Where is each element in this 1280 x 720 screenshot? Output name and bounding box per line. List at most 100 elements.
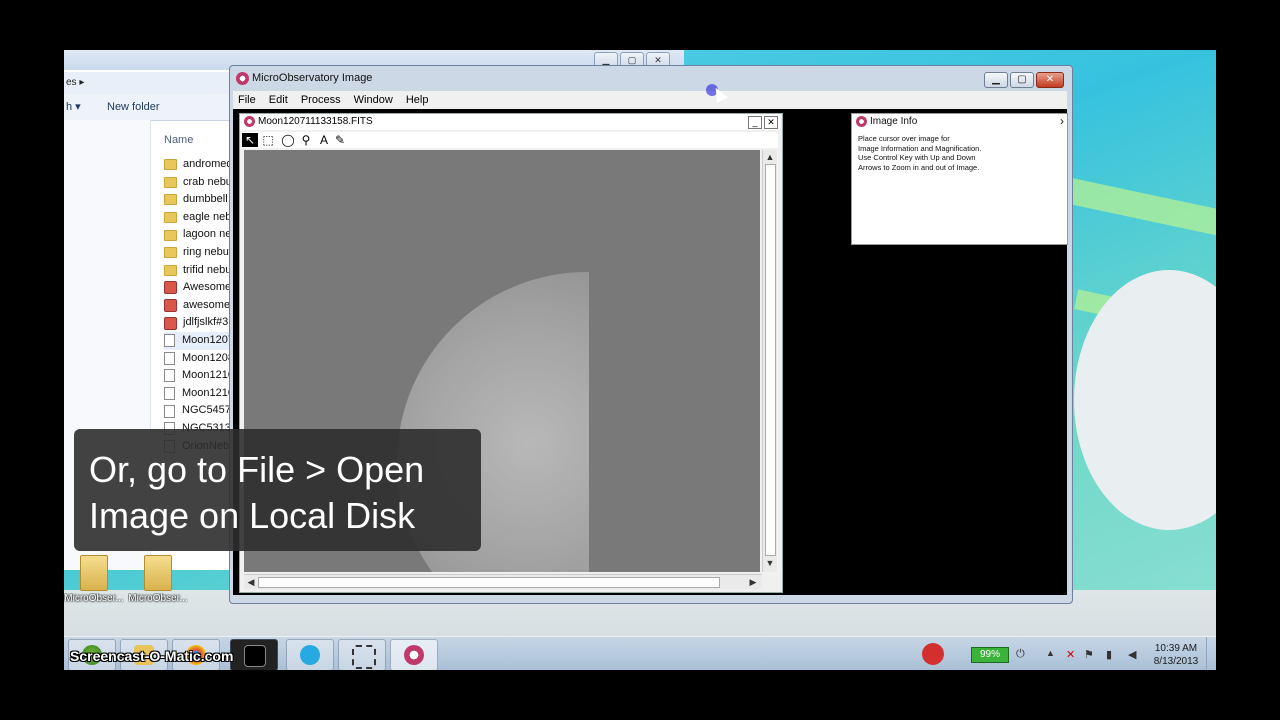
skype-icon xyxy=(300,645,320,665)
list-item[interactable]: jdlfjslkf#3 xyxy=(164,314,234,332)
show-hidden-icons-arrow[interactable]: ▲ xyxy=(1046,648,1055,658)
list-item-label: andromed xyxy=(183,158,233,170)
scroll-left-arrow[interactable]: ◀ xyxy=(244,575,258,589)
arrow-tool-icon[interactable]: ↖ xyxy=(242,133,258,147)
explorer-toolbar: h ▾ New folder xyxy=(64,94,234,121)
folder-icon xyxy=(164,212,177,224)
caption-line-2: Image on Local Disk xyxy=(89,495,416,536)
scroll-down-arrow[interactable]: ▼ xyxy=(763,556,777,570)
info-line: Arrows to Zoom in and out of Image. xyxy=(858,162,980,172)
flag-icon[interactable]: ⚑ xyxy=(1084,648,1094,661)
image-window-title: Moon120711133158.FITS xyxy=(258,116,373,127)
folder-icon xyxy=(144,555,172,591)
desktop-icon-microobservatory-1[interactable]: MicroObser... xyxy=(64,555,124,604)
list-item[interactable]: Moon1208 xyxy=(164,350,234,368)
zoom-tool-icon[interactable]: ⚲ xyxy=(298,133,314,147)
list-item[interactable]: andromed xyxy=(164,156,234,174)
file-list: andromed crab nebu dumbbell eagle nebu lagoo… xyxy=(164,156,234,455)
text-tool-icon[interactable]: A xyxy=(316,133,332,147)
info-line: Image Information and Magnification. xyxy=(858,143,982,153)
power-plug-icon[interactable]: ⏻ xyxy=(1016,648,1025,661)
taskbar-microobservatory[interactable] xyxy=(390,639,438,670)
app-logo-icon xyxy=(236,72,249,85)
close-button[interactable]: ✕ xyxy=(1036,72,1064,88)
menu-process[interactable]: Process xyxy=(296,91,346,109)
taskbar-snipping-tool[interactable] xyxy=(338,639,386,670)
folder-icon xyxy=(164,264,177,276)
image-info-text: Place cursor over image for Image Inform… xyxy=(858,134,1058,172)
list-item[interactable]: Moon1210 xyxy=(164,367,234,385)
taskbar: Screencast-O-Matic.com 99% ⏻ ▲ ✕ ⚑ ▮ ◀ 1… xyxy=(64,636,1216,670)
menu-window[interactable]: Window xyxy=(349,91,398,109)
image-close-button[interactable]: ✕ xyxy=(764,116,778,129)
list-item[interactable]: NGC5457N xyxy=(164,402,234,420)
list-item[interactable]: crab nebu xyxy=(164,174,234,192)
image-minimize-button[interactable]: _ xyxy=(748,116,762,129)
screencast-watermark: Screencast-O-Matic.com xyxy=(70,648,234,664)
network-icon[interactable]: ▮ xyxy=(1106,648,1112,661)
list-item[interactable]: lagoon ne xyxy=(164,226,234,244)
scroll-right-arrow[interactable]: ▶ xyxy=(746,575,760,589)
show-desktop-button[interactable] xyxy=(1206,637,1216,670)
clock[interactable]: 10:39 AM 8/13/2013 xyxy=(1150,642,1202,668)
vertical-scrollbar[interactable]: ▲ ▼ xyxy=(762,150,777,572)
list-item[interactable]: ring nebul xyxy=(164,244,234,262)
new-folder-button[interactable]: New folder xyxy=(107,94,160,120)
explorer-address-bar[interactable]: es ▸ xyxy=(64,72,234,95)
horizontal-scrollbar[interactable]: ◀ ▶ xyxy=(244,574,762,589)
app-icon xyxy=(164,299,177,313)
window-title: MicroObservatory Image xyxy=(252,72,373,84)
list-item-label: dumbbell xyxy=(183,193,228,206)
desktop-icon-label: MicroObser... xyxy=(128,593,188,604)
list-item-label: eagle nebu xyxy=(183,210,234,223)
ellipse-tool-icon[interactable]: ◯ xyxy=(280,133,296,147)
list-item-label: NGC5457N xyxy=(182,404,234,417)
menu-edit[interactable]: Edit xyxy=(264,91,293,109)
list-item[interactable]: dumbbell xyxy=(164,191,234,209)
screen: ▁ ▢ ✕ es ▸ h ▾ New folder Name andromed c… xyxy=(64,50,1216,670)
folder-icon xyxy=(164,229,177,241)
organize-button[interactable]: h ▾ xyxy=(64,101,81,113)
list-item[interactable]: Moon1210 xyxy=(164,385,234,403)
image-window-titlebar[interactable]: Moon120711133158.FITS _ ✕ xyxy=(240,114,780,130)
battery-indicator[interactable]: 99% xyxy=(971,647,1009,663)
expand-arrow-icon[interactable]: › xyxy=(1060,114,1064,129)
scroll-up-arrow[interactable]: ▲ xyxy=(763,150,777,164)
menu-file[interactable]: File xyxy=(233,91,261,109)
rect-select-tool-icon[interactable]: ⬚ xyxy=(260,133,276,147)
list-item-label: Awesome xyxy=(183,281,232,294)
taskbar-cmd[interactable] xyxy=(230,639,278,670)
list-item[interactable]: trifid nebu xyxy=(164,262,234,280)
list-item[interactable]: Awesome xyxy=(164,279,234,297)
list-item-label: Moon1208 xyxy=(182,351,234,364)
desktop-icon-label: MicroObser... xyxy=(64,593,124,604)
list-item[interactable]: eagle nebu xyxy=(164,209,234,227)
desktop-icon-microobservatory-2[interactable]: MicroObser... xyxy=(128,555,188,604)
image-info-titlebar[interactable]: Image Info › xyxy=(852,114,1067,129)
image-info-window: Image Info › Place cursor over image for… xyxy=(851,113,1068,245)
horizontal-scroll-thumb[interactable] xyxy=(258,577,720,588)
tutorial-caption: Or, go to File > Open Image on Local Dis… xyxy=(74,429,481,551)
name-column-header[interactable]: Name xyxy=(164,134,193,146)
maximize-button[interactable]: ▢ xyxy=(1010,72,1034,88)
caption-line-1: Or, go to File > Open xyxy=(89,449,425,490)
minimize-button[interactable]: ▁ xyxy=(984,72,1008,88)
app-logo-icon xyxy=(856,115,867,127)
folder-icon xyxy=(164,159,177,171)
moon-terminator-shadow xyxy=(589,150,760,572)
list-item-label: jdlfjslkf#3 xyxy=(183,316,229,329)
list-item-label: crab nebu xyxy=(183,175,232,188)
list-item-label: Moon1210 xyxy=(182,369,234,382)
taskbar-skype[interactable] xyxy=(286,639,334,670)
volume-icon[interactable]: ◀ xyxy=(1128,648,1136,661)
list-item-label: lagoon ne xyxy=(183,228,232,241)
list-item[interactable]: awesome xyxy=(164,297,234,315)
menu-help[interactable]: Help xyxy=(401,91,434,109)
tool-palette: ↖ ⬚ ◯ ⚲ A ✎ xyxy=(242,132,778,148)
microobservatory-icon xyxy=(404,645,424,665)
action-center-icon[interactable]: ✕ xyxy=(1066,648,1075,661)
list-item[interactable]: Moon1207 xyxy=(164,331,234,350)
vertical-scroll-thumb[interactable] xyxy=(765,164,776,556)
antivirus-icon[interactable] xyxy=(922,643,944,665)
pencil-tool-icon[interactable]: ✎ xyxy=(332,133,348,147)
